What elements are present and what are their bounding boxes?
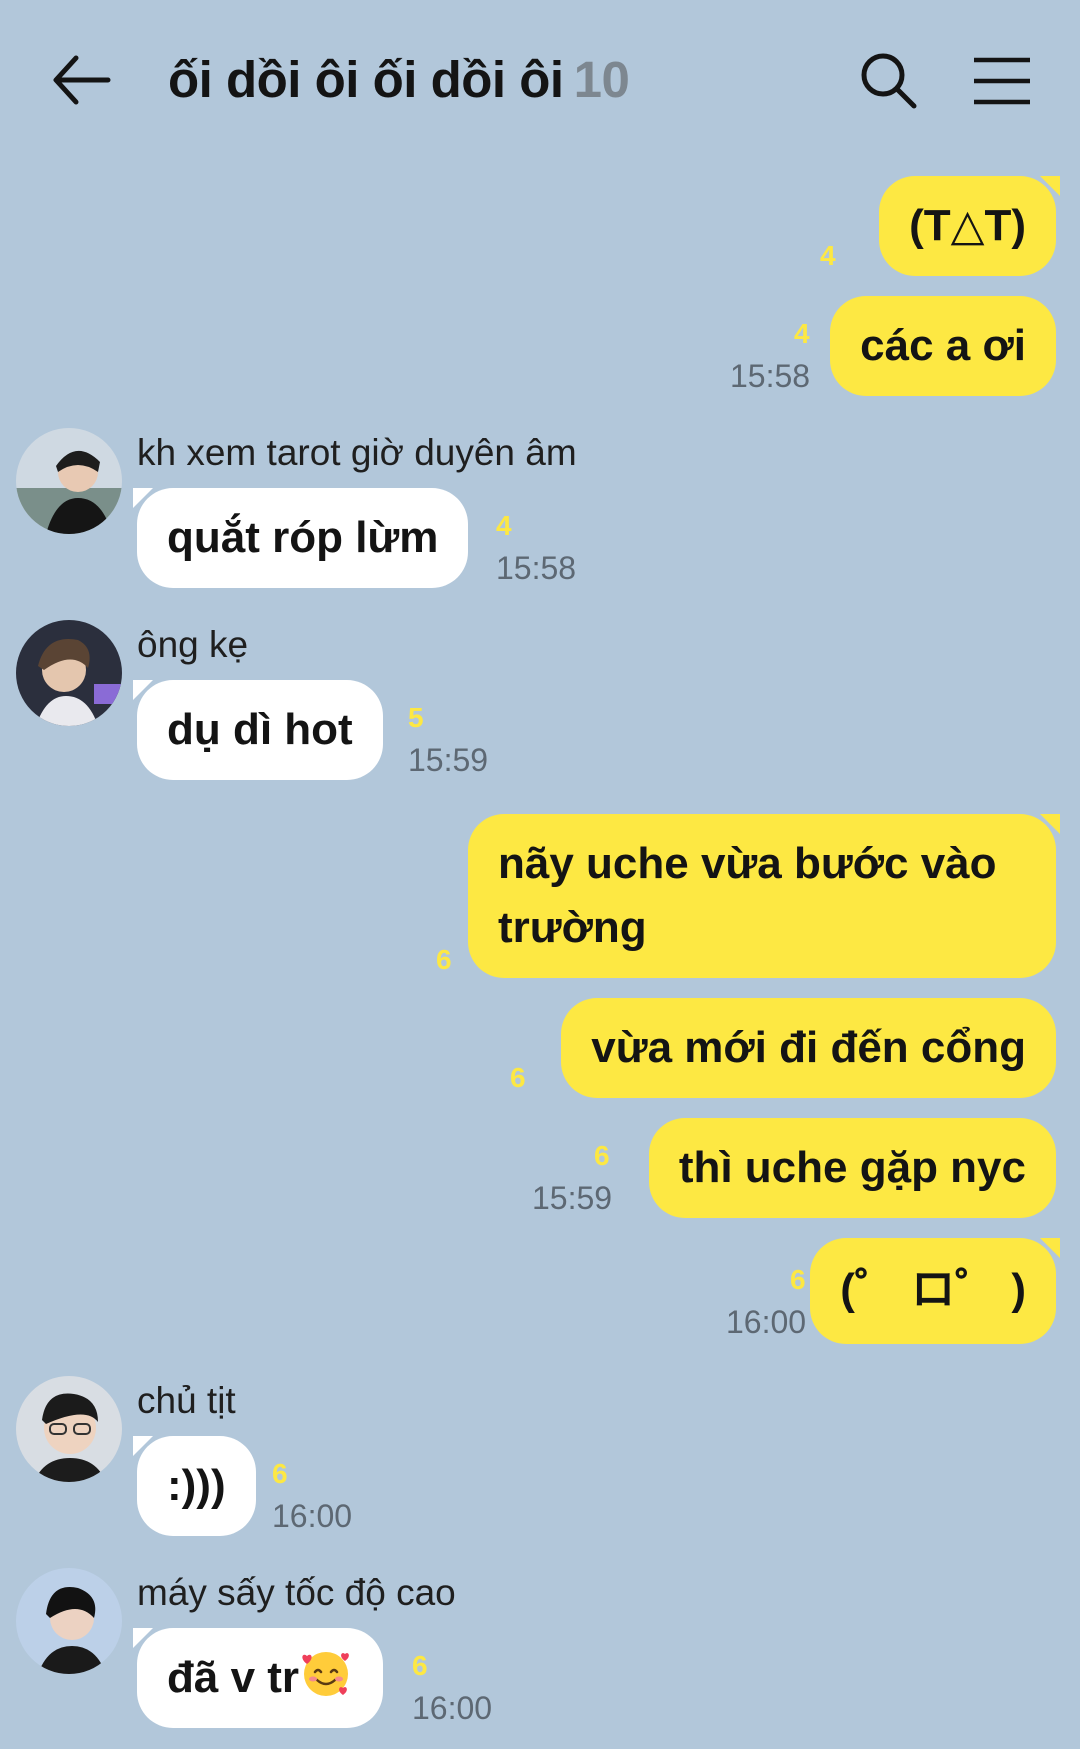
message-bubble[interactable]: dụ dì hot: [133, 680, 383, 780]
sender-name: máy sấy tốc độ cao: [137, 1572, 456, 1613]
chat-title: ối dồi ôi ối dồi ôi 10: [168, 50, 630, 109]
unread-count: 6: [790, 1264, 806, 1295]
person-avatar-icon: [16, 620, 122, 726]
message-text: đã v tr: [167, 1653, 300, 1702]
chat-header: ối dồi ôi ối dồi ôi 10: [0, 0, 1080, 160]
message-text: :))): [167, 1461, 226, 1510]
person-avatar-icon: [16, 1568, 122, 1674]
unread-count: 6: [510, 1062, 526, 1093]
chat-name: ối dồi ôi ối dồi ôi: [168, 51, 564, 108]
my-message-bubble[interactable]: nãy uche vừa bước vào trường: [468, 814, 1060, 978]
message-text: nãy uche vừa bước vào trường: [498, 839, 997, 952]
sender-name: kh xem tarot giờ duyên âm: [137, 432, 577, 473]
my-message-bubble[interactable]: các a ơi: [830, 296, 1056, 396]
message-bubble[interactable]: quắt róp lừm: [132, 488, 469, 588]
person-avatar-icon: [16, 428, 122, 534]
member-count: 10: [573, 51, 630, 108]
message-time: 15:58: [730, 358, 811, 394]
message-time: 15:59: [532, 1180, 613, 1216]
message-text: các a ơi: [860, 321, 1026, 370]
search-button[interactable]: [858, 50, 920, 112]
sender-name: ông kẹ: [137, 624, 249, 665]
message-time: 16:00: [272, 1498, 353, 1534]
avatar[interactable]: [16, 1376, 122, 1482]
message-text: (T△T): [909, 201, 1026, 250]
message-bubble[interactable]: :))): [133, 1436, 256, 1536]
my-message-bubble[interactable]: thì uche gặp nyc: [648, 1118, 1056, 1218]
unread-count: 4: [820, 240, 836, 271]
message-text: dụ dì hot: [167, 705, 353, 754]
message-text: vừa mới đi đến cổng: [591, 1023, 1026, 1072]
unread-count: 6: [436, 944, 452, 975]
search-icon: [861, 53, 917, 109]
menu-icon: [974, 57, 1030, 105]
my-message-bubble[interactable]: (゜ ロ゜ ): [810, 1238, 1060, 1344]
message-text: thì uche gặp nyc: [678, 1143, 1026, 1192]
back-button[interactable]: [50, 52, 114, 108]
person-avatar-icon: [16, 1376, 122, 1482]
avatar[interactable]: [16, 428, 122, 534]
message-time: 15:58: [496, 550, 577, 586]
unread-count: 4: [794, 318, 810, 349]
unread-count: 6: [412, 1650, 428, 1681]
unread-count: 5: [408, 702, 424, 733]
my-message-bubble[interactable]: vừa mới đi đến cổng: [561, 998, 1056, 1098]
message-text: quắt róp lừm: [167, 513, 439, 562]
message-time: 16:00: [412, 1690, 493, 1726]
unread-count: 6: [594, 1140, 610, 1171]
message-time: 15:59: [408, 742, 489, 778]
avatar[interactable]: [16, 620, 122, 726]
back-arrow-icon: [53, 55, 111, 105]
smiling-face-with-hearts-icon: [302, 1652, 349, 1696]
sender-name: chủ tịt: [137, 1380, 236, 1421]
unread-count: 4: [496, 510, 512, 541]
message-text: (゜ ロ゜ ): [840, 1265, 1026, 1314]
message-time: 16:00: [726, 1304, 807, 1340]
menu-button[interactable]: [972, 56, 1032, 106]
my-message-bubble[interactable]: (T△T): [879, 176, 1060, 276]
message-bubble[interactable]: đã v tr: [132, 1628, 384, 1728]
unread-count: 6: [272, 1458, 288, 1489]
avatar[interactable]: [16, 1568, 122, 1674]
